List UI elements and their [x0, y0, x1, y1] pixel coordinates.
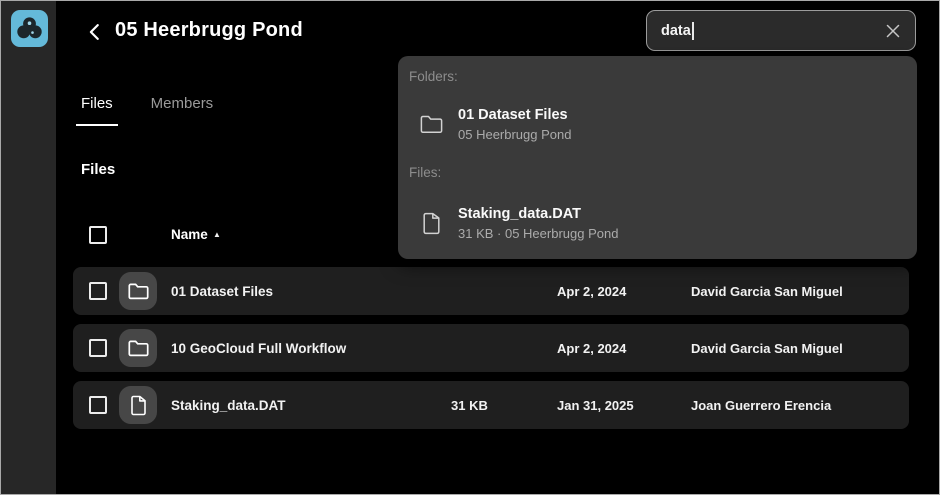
name-column-header[interactable]: Name: [171, 227, 208, 242]
tab-bar: Files Members: [76, 91, 218, 126]
row-modified-date: Apr 2, 2024: [557, 267, 626, 315]
select-all-checkbox[interactable]: [89, 226, 107, 244]
chevron-left-icon: [84, 21, 106, 43]
result-title: 01 Dataset Files: [458, 106, 571, 124]
row-size: 31 KB: [451, 381, 488, 429]
search-input-value: data: [661, 23, 691, 39]
folders-group-label: Folders:: [409, 69, 458, 84]
row-owner: David Garcia San Miguel: [691, 267, 843, 315]
folder-icon: [119, 272, 157, 310]
sidebar: [1, 1, 56, 494]
row-checkbox[interactable]: [89, 282, 107, 300]
row-name: 10 GeoCloud Full Workflow: [171, 324, 346, 372]
result-subtitle: 05 Heerbrugg Pond: [458, 127, 571, 143]
row-name: 01 Dataset Files: [171, 267, 273, 315]
app-logo-icon[interactable]: [11, 10, 48, 47]
back-button[interactable]: [83, 21, 107, 45]
table-row[interactable]: 01 Dataset Files Apr 2, 2024 David Garci…: [73, 267, 909, 315]
file-icon: [119, 386, 157, 424]
result-subtitle: 31 KB · 05 Heerbrugg Pond: [458, 226, 618, 242]
text-caret: [692, 22, 694, 40]
row-name: Staking_data.DAT: [171, 381, 286, 429]
app-window: 05 Heerbrugg Pond data Files Members Fil…: [0, 0, 940, 495]
file-icon: [418, 212, 444, 235]
clear-search-icon[interactable]: [884, 22, 902, 40]
row-modified-date: Apr 2, 2024: [557, 324, 626, 372]
row-owner: David Garcia San Miguel: [691, 324, 843, 372]
row-checkbox[interactable]: [89, 339, 107, 357]
sort-ascending-icon[interactable]: ▲: [213, 230, 221, 239]
row-checkbox[interactable]: [89, 396, 107, 414]
search-result-folder[interactable]: 01 Dataset Files 05 Heerbrugg Pond: [398, 96, 917, 152]
search-result-file[interactable]: Staking_data.DAT 31 KB · 05 Heerbrugg Po…: [398, 194, 917, 252]
tab-files[interactable]: Files: [76, 91, 118, 126]
search-input[interactable]: data: [646, 10, 916, 51]
page-title: 05 Heerbrugg Pond: [115, 19, 303, 42]
files-section-heading: Files: [81, 161, 115, 178]
folder-icon: [418, 115, 444, 134]
table-row[interactable]: Staking_data.DAT 31 KB Jan 31, 2025 Joan…: [73, 381, 909, 429]
folder-icon: [119, 329, 157, 367]
search-results-panel: Folders: 01 Dataset Files 05 Heerbrugg P…: [398, 56, 917, 259]
tab-members[interactable]: Members: [146, 91, 219, 126]
row-modified-date: Jan 31, 2025: [557, 381, 634, 429]
result-title: Staking_data.DAT: [458, 205, 618, 223]
files-group-label: Files:: [409, 165, 441, 180]
row-owner: Joan Guerrero Erencia: [691, 381, 831, 429]
table-row[interactable]: 10 GeoCloud Full Workflow Apr 2, 2024 Da…: [73, 324, 909, 372]
